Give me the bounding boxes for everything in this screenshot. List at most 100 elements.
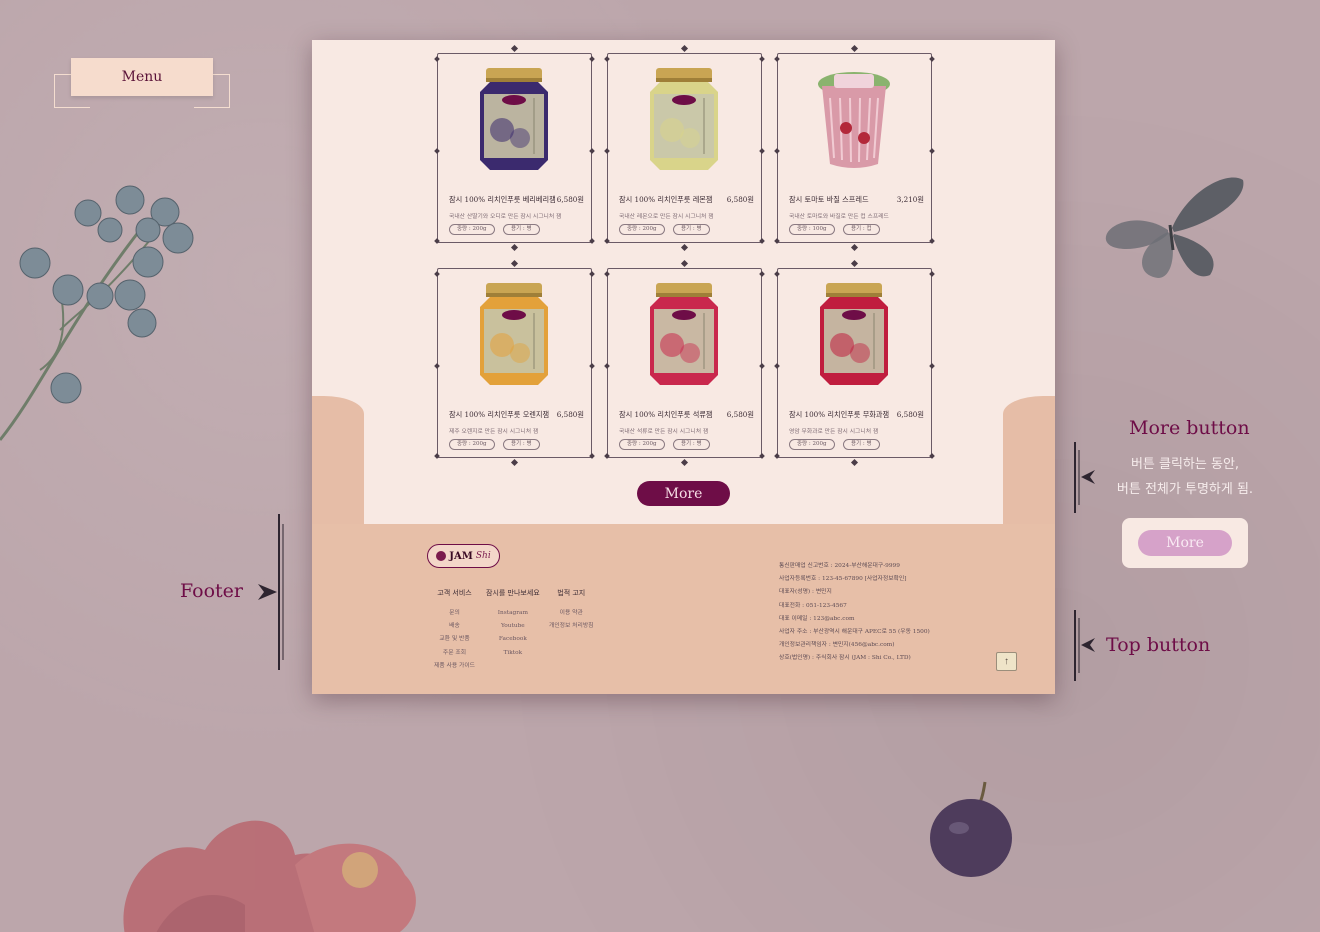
footer-link-instagram[interactable]: Instagram — [486, 607, 540, 620]
footer-col-legal: 법적 고지 이용 약관 개인정보 처리방침 — [549, 588, 594, 633]
company-info-line: 개인정보관리책임자 : 변민지(456@abc.com) — [779, 642, 895, 649]
product-jar-image[interactable] — [476, 283, 552, 387]
footer-link-tiktok[interactable]: Tiktok — [486, 647, 540, 660]
product-title-row: 잠시 토마토 바질 스프레드 3,210원 — [789, 195, 924, 205]
frame-ornament — [589, 453, 595, 459]
logo-script: Shi — [475, 551, 491, 561]
product-title-row: 잠시 100% 리치인푸룻 레몬잼 6,580원 — [619, 195, 754, 205]
company-info: 통신판매업 신고번호 : 2024-부산해운대구-9999 사업자등록번호 : … — [779, 560, 930, 666]
footer-link-facebook[interactable]: Facebook — [486, 633, 540, 646]
berry-branch-illustration — [0, 185, 194, 441]
footer-col-customer-service: 고객 서비스 문의 배송 교환 및 반품 주문 조회 제품 사용 가이드 — [434, 588, 475, 673]
annotation-more-desc-2: 버튼 전체가 투명하게 됨. — [1116, 482, 1254, 497]
product-card[interactable]: 잠시 100% 리치인푸룻 오렌지잼 6,580원 제주 오렌지로 만든 잠시 시그… — [434, 268, 595, 459]
page-mockup: 잠시 100% 리치인푸룻 베리베리잼 6,580원 국내산 산딸기와 오디로 만든… — [312, 40, 1055, 694]
frame-ornament — [589, 148, 595, 154]
butterfly-illustration — [1105, 177, 1244, 278]
product-jar-image[interactable] — [476, 68, 552, 172]
product-name[interactable]: 잠시 100% 리치인푸룻 레몬잼 — [619, 195, 713, 205]
frame-ornament — [434, 56, 440, 62]
top-button[interactable]: ↑ — [996, 652, 1017, 671]
product-weight-badge: 중량 : 200g — [619, 439, 665, 450]
footer-link-youtube[interactable]: Youtube — [486, 620, 540, 633]
frame-ornament — [589, 56, 595, 62]
footer-link[interactable]: 제품 사용 가이드 — [434, 660, 475, 673]
product-container-badge: 용기 : 병 — [503, 439, 540, 450]
product-jar-image[interactable] — [646, 68, 722, 172]
product-title-row: 잠시 100% 리치인푸룻 석류잼 6,580원 — [619, 410, 754, 420]
menu-button[interactable]: Menu — [71, 58, 213, 96]
frame-ornament — [759, 271, 765, 277]
product-grid: 잠시 100% 리치인푸룻 베리베리잼 6,580원 국내산 산딸기와 오디로 만든… — [434, 53, 935, 465]
product-container-badge: 용기 : 컵 — [843, 224, 880, 235]
menu-tag: Menu — [52, 58, 232, 110]
company-info-line: 대표자(성명) : 변민지 — [779, 589, 832, 596]
annotation-more-desc-1: 버튼 클릭하는 동안, — [1130, 457, 1240, 472]
frame-ornament — [759, 453, 765, 459]
frame-ornament — [929, 148, 935, 154]
product-name[interactable]: 잠시 100% 리치인푸룻 베리베리잼 — [449, 195, 556, 205]
footer-link-terms[interactable]: 이용 약관 — [549, 607, 594, 620]
envelope-flap-left — [312, 396, 364, 526]
product-cup-image[interactable] — [816, 68, 892, 172]
footer-col-title: 법적 고지 — [557, 589, 586, 597]
product-card[interactable]: 잠시 100% 리치인푸룻 레몬잼 6,580원국내산 레몬으로 만든 잠시 시그… — [604, 53, 765, 244]
product-card[interactable]: 잠시 100% 리치인푸룻 무화과잼 6,580원 영암 무화과로 만든 잠시 시그… — [774, 268, 935, 459]
frame-ornament — [759, 363, 765, 369]
frame-ornament — [604, 148, 610, 154]
logo-text: JAM — [449, 550, 473, 562]
product-weight-badge: 중량 : 200g — [789, 439, 835, 450]
product-container-badge: 용기 : 병 — [503, 224, 540, 235]
footer-link[interactable]: 주문 조회 — [434, 647, 475, 660]
frame-ornament — [774, 238, 780, 244]
product-container-badge: 용기 : 병 — [673, 439, 710, 450]
frame-ornament — [759, 56, 765, 62]
product-weight-badge: 중량 : 200g — [619, 224, 665, 235]
company-info-line: 대표 이메일 : 123@abc.com — [779, 615, 855, 622]
product-card[interactable]: 잠시 100% 리치인푸룻 석류잼 6,580원국내산 석류로 만든 잠시 시그니… — [604, 268, 765, 459]
product-price: 6,580원 — [556, 195, 584, 204]
product-description: 제주 오렌지로 만든 잠시 시그니처 잼 — [449, 429, 539, 435]
frame-ornament — [774, 56, 780, 62]
footer: JAM Shi 고객 서비스 문의 배송 교환 및 반품 주문 조회 제품 사용… — [312, 524, 1055, 694]
frame-ornament — [774, 453, 780, 459]
product-description: 국내산 석류로 만든 잠시 시그니처 잼 — [619, 429, 709, 435]
arrow-up-icon: ↑ — [1004, 656, 1009, 667]
footer-link[interactable]: 배송 — [434, 620, 475, 633]
footer-link[interactable]: 교환 및 반품 — [434, 633, 475, 646]
product-description: 국내산 산딸기와 오디로 만든 잠시 시그니처 잼 — [449, 214, 562, 220]
product-price: 6,580원 — [726, 195, 754, 204]
product-name[interactable]: 잠시 100% 리치인푸룻 석류잼 — [619, 410, 713, 420]
flower-illustration — [123, 820, 416, 932]
frame-ornament — [434, 453, 440, 459]
frame-ornament — [589, 271, 595, 277]
footer-link-privacy[interactable]: 개인정보 처리방침 — [549, 620, 594, 633]
frame-ornament — [604, 56, 610, 62]
frame-ornament — [929, 271, 935, 277]
more-demo-button[interactable]: More — [1138, 530, 1232, 556]
frame-ornament — [774, 363, 780, 369]
product-weight-badge: 중량 : 200g — [449, 224, 495, 235]
company-info-line: 사업자등록번호 : 123-45-67890 [사업자정보확인] — [779, 576, 907, 583]
product-jar-image[interactable] — [646, 283, 722, 387]
product-card[interactable]: 잠시 100% 리치인푸룻 베리베리잼 6,580원국내산 산딸기와 오디로 만든… — [434, 53, 595, 244]
footer-link[interactable]: 문의 — [434, 607, 475, 620]
frame-ornament — [604, 363, 610, 369]
product-jar-image[interactable] — [816, 283, 892, 387]
frame-ornament — [434, 238, 440, 244]
footer-col-title: 고객 서비스 — [437, 589, 472, 597]
product-card[interactable]: 잠시 토마토 바질 스프레드 3,210원국내산 토마토와 바질로 만든 컵 스프… — [774, 53, 935, 244]
product-name[interactable]: 잠시 토마토 바질 스프레드 — [789, 195, 869, 205]
envelope-flap-right — [1003, 396, 1055, 526]
product-description: 국내산 토마토와 바질로 만든 컵 스프레드 — [789, 214, 889, 220]
frame-ornament — [759, 238, 765, 244]
footer-logo[interactable]: JAM Shi — [427, 544, 500, 568]
plum-illustration — [930, 781, 1012, 877]
more-button[interactable]: More — [637, 481, 730, 506]
product-description: 국내산 레몬으로 만든 잠시 시그니처 잼 — [619, 214, 714, 220]
product-name[interactable]: 잠시 100% 리치인푸룻 무화과잼 — [789, 410, 889, 420]
footer-bracket-icon — [258, 514, 284, 670]
company-info-line: 통신판매업 신고번호 : 2024-부산해운대구-9999 — [779, 563, 900, 569]
product-name[interactable]: 잠시 100% 리치인푸룻 오렌지잼 — [449, 410, 549, 420]
top-bracket-icon — [1074, 610, 1095, 681]
